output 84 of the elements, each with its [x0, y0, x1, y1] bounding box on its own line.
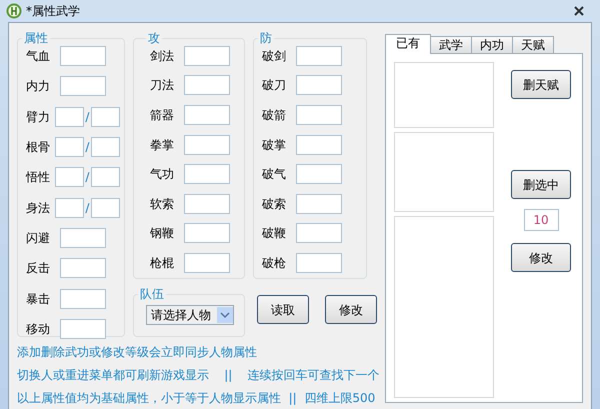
input-field[interactable]	[296, 104, 342, 125]
field-label: 破气	[262, 166, 287, 184]
field-label: 破刀	[262, 77, 287, 94]
input-field[interactable]	[90, 137, 120, 158]
group-title: 属性	[23, 31, 49, 45]
input-field[interactable]	[184, 134, 230, 155]
field-label: 箭器	[150, 106, 175, 124]
input-field[interactable]	[184, 194, 230, 214]
note-text: 添加删除武功或修改等级会立即同步人物属性	[17, 344, 258, 361]
input-field[interactable]	[296, 75, 342, 96]
input-field[interactable]	[54, 137, 84, 158]
field-label: 刀法	[150, 77, 175, 94]
field-label: 反击	[26, 260, 51, 278]
field-label: 臂力	[26, 108, 51, 126]
field-label: 暴击	[26, 290, 51, 308]
input-field[interactable]	[60, 46, 106, 66]
note-text: 以上属性值均为基础属性，小于等于人物显示属性 || 四维上限500	[17, 390, 376, 407]
input-field[interactable]	[184, 223, 230, 244]
tab[interactable]: 天赋	[512, 36, 554, 53]
list-box[interactable]	[394, 132, 494, 212]
button[interactable]: 删选中	[511, 170, 571, 199]
window-title: *属性武学	[26, 3, 80, 20]
field-label: 身法	[26, 200, 51, 217]
field-label: 破剑	[262, 48, 287, 65]
input-field[interactable]	[90, 198, 120, 218]
input-field[interactable]	[296, 164, 342, 184]
field-label: 破掌	[262, 136, 287, 154]
field-label: 气功	[150, 166, 175, 184]
button[interactable]: 删天赋	[511, 70, 571, 99]
separator: /	[84, 169, 90, 186]
field-label: 破枪	[262, 254, 287, 272]
input-field[interactable]	[60, 258, 106, 278]
input-field[interactable]	[90, 167, 120, 188]
input-field[interactable]	[296, 252, 342, 273]
note-text: 切换人或重进菜单都可刷新游戏显示 || 连续按回车可查找下一个	[17, 367, 377, 384]
dropdown[interactable]: 请选择人物	[146, 305, 234, 325]
input-field[interactable]	[184, 104, 230, 125]
input-field[interactable]	[60, 228, 106, 248]
input-field[interactable]	[184, 46, 230, 66]
field-label: 剑法	[150, 48, 175, 65]
input-field[interactable]	[184, 164, 230, 184]
app-icon	[6, 3, 22, 19]
input-field[interactable]	[296, 223, 342, 244]
input-field[interactable]	[54, 198, 84, 218]
tab[interactable]: 武学	[430, 36, 472, 53]
field-label: 闪避	[26, 230, 51, 247]
count-field[interactable]: 10	[524, 209, 558, 231]
list-box[interactable]	[394, 216, 494, 398]
input-field[interactable]	[60, 76, 106, 96]
input-field[interactable]	[90, 106, 120, 127]
input-field[interactable]	[296, 134, 342, 155]
group-title: 防	[259, 31, 273, 45]
input-field[interactable]	[296, 46, 342, 66]
field-label: 根骨	[26, 139, 51, 156]
separator: /	[84, 108, 90, 126]
field-label: 枪棍	[150, 254, 175, 272]
input-field[interactable]	[54, 106, 84, 127]
field-label: 软索	[150, 196, 175, 213]
button[interactable]: 读取	[257, 295, 309, 324]
button[interactable]: 修改	[325, 295, 377, 324]
field-label: 拳掌	[150, 136, 175, 154]
field-label: 破箭	[262, 106, 287, 124]
group-title: 队伍	[139, 287, 165, 301]
field-label: 悟性	[26, 169, 51, 186]
input-field[interactable]	[54, 167, 84, 188]
input-field[interactable]	[184, 252, 230, 273]
input-field[interactable]	[60, 318, 106, 339]
separator: /	[84, 200, 90, 217]
tab[interactable]: 内功	[471, 36, 513, 53]
button[interactable]: 修改	[511, 243, 571, 272]
field-label: 气血	[26, 48, 51, 66]
field-label: 破索	[262, 196, 287, 213]
field-label: 内力	[26, 78, 51, 96]
group-title: 攻	[147, 31, 161, 45]
separator: /	[84, 139, 90, 156]
field-label: 移动	[26, 320, 51, 338]
field-label: 钢鞭	[150, 225, 175, 242]
input-field[interactable]	[184, 75, 230, 96]
tab[interactable]: 已有	[385, 34, 431, 54]
list-box[interactable]	[394, 62, 494, 128]
field-label: 破鞭	[262, 225, 287, 242]
input-field[interactable]	[60, 288, 106, 309]
dropdown-value: 请选择人物	[150, 307, 211, 324]
input-field[interactable]	[296, 194, 342, 214]
